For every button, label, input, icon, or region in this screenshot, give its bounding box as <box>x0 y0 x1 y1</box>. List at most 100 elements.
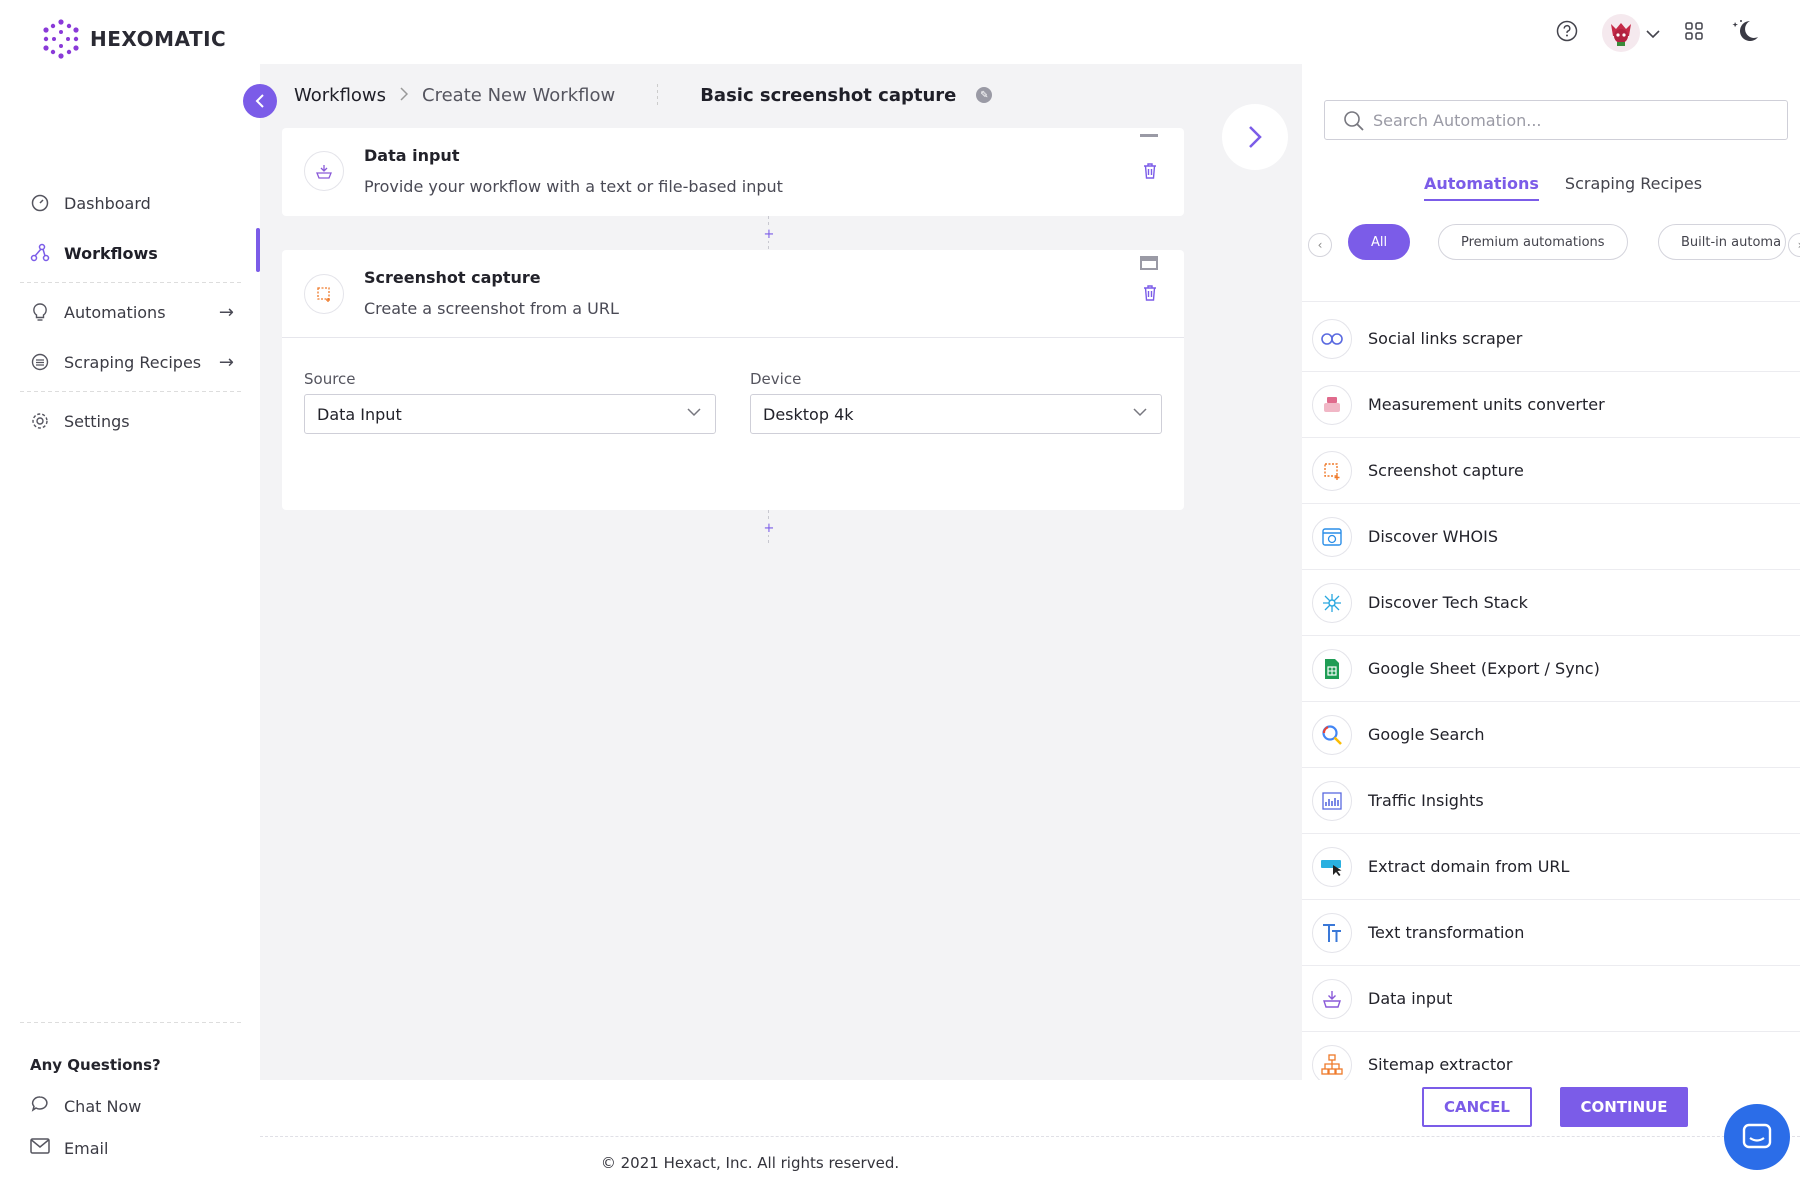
list-item[interactable]: Screenshot capture <box>1302 438 1800 504</box>
add-step-plus-icon[interactable]: + <box>762 521 776 536</box>
maximize-icon[interactable] <box>1140 256 1158 270</box>
automation-name: Discover WHOIS <box>1368 527 1498 546</box>
list-item[interactable]: Social links scraper <box>1302 306 1800 372</box>
sidebar-item-dashboard[interactable]: Dashboard <box>20 178 244 228</box>
panel-tabs: Automations Scraping Recipes <box>1424 174 1702 201</box>
trash-icon[interactable] <box>1142 162 1158 184</box>
list-item[interactable]: Extract domain from URL <box>1302 834 1800 900</box>
sidebar-item-label: Scraping Recipes <box>64 352 202 372</box>
edit-pencil-icon[interactable]: ✎ <box>976 87 993 103</box>
tab-scraping-recipes[interactable]: Scraping Recipes <box>1565 174 1702 201</box>
sidebar-item-scraping-recipes[interactable]: Scraping Recipes → <box>20 337 244 387</box>
automation-name: Measurement units converter <box>1368 395 1605 414</box>
questions-title: Any Questions? <box>30 1056 161 1074</box>
chat-icon <box>1742 1123 1772 1149</box>
hexomatic-logo-icon <box>43 19 79 59</box>
card-title: Screenshot capture <box>364 268 541 287</box>
arrow-right-icon: → <box>218 351 234 373</box>
chevron-down-icon <box>1646 24 1660 43</box>
automation-name: Google Sheet (Export / Sync) <box>1368 659 1600 678</box>
sidebar-item-automations[interactable]: Automations → <box>20 287 244 337</box>
collapse-sidebar-button[interactable] <box>243 84 277 118</box>
www-cursor-icon <box>1312 846 1352 887</box>
workflow-step-data-input[interactable]: Data input Provide your workflow with a … <box>282 128 1184 216</box>
chip-built-in-automations[interactable]: Built-in automa <box>1658 224 1786 260</box>
automation-name: Google Search <box>1368 725 1485 744</box>
tab-automations[interactable]: Automations <box>1424 174 1539 201</box>
sidebar-item-label: Dashboard <box>64 193 151 213</box>
card-description: Create a screenshot from a URL <box>364 299 619 318</box>
trash-icon[interactable] <box>1142 284 1158 306</box>
chevron-left-icon[interactable]: ‹ <box>1308 233 1332 257</box>
apps-grid-icon[interactable] <box>1684 21 1704 45</box>
chat-widget-button[interactable] <box>1724 1104 1790 1170</box>
sidebar-nav: Dashboard Workflows Automations → Scrapi… <box>20 178 244 446</box>
traffic-chart-icon <box>1312 780 1352 821</box>
search-icon <box>1343 110 1365 136</box>
breadcrumb-current: Create New Workflow <box>422 84 616 106</box>
whois-browser-icon <box>1312 516 1352 557</box>
email-link[interactable]: Email <box>30 1138 108 1158</box>
add-step-plus-icon[interactable]: + <box>762 227 776 242</box>
automation-name: Data input <box>1368 989 1453 1008</box>
help-icon[interactable] <box>1556 20 1578 46</box>
chevron-right-icon <box>400 85 409 106</box>
device-select[interactable]: Desktop 4k <box>750 394 1162 434</box>
source-value: Data Input <box>317 404 402 424</box>
brand-name: HEXOMATIC <box>90 27 227 51</box>
continue-button[interactable]: CONTINUE <box>1560 1087 1688 1127</box>
text-transform-icon <box>1312 912 1352 953</box>
avatar <box>1602 14 1640 52</box>
filter-chips: ‹ All Premium automations Built-in autom… <box>1302 222 1800 262</box>
list-item[interactable]: Discover WHOIS <box>1302 504 1800 570</box>
source-select[interactable]: Data Input <box>304 394 716 434</box>
search-placeholder: Search Automation... <box>1373 110 1542 130</box>
cancel-button[interactable]: CANCEL <box>1422 1087 1532 1127</box>
chip-all[interactable]: All <box>1348 224 1411 260</box>
next-step-button[interactable] <box>1222 104 1288 170</box>
divider <box>20 282 244 283</box>
source-label: Source <box>304 370 356 388</box>
card-description: Provide your workflow with a text or fil… <box>364 177 783 196</box>
breadcrumb: Workflows Create New Workflow Basic scre… <box>294 84 993 106</box>
list-item[interactable]: Traffic Insights <box>1302 768 1800 834</box>
chevron-right-icon <box>1249 126 1262 148</box>
list-item[interactable]: Google Sheet (Export / Sync) <box>1302 636 1800 702</box>
automation-name: Screenshot capture <box>1368 461 1524 480</box>
screenshot-crop-icon <box>304 274 344 314</box>
search-input[interactable]: Search Automation... <box>1324 100 1788 140</box>
chip-premium-automations[interactable]: Premium automations <box>1438 224 1628 260</box>
workflow-step-screenshot-capture[interactable]: Screenshot capture Create a screenshot f… <box>282 250 1184 510</box>
dark-mode-moon-icon[interactable] <box>1728 17 1760 49</box>
data-input-icon <box>304 151 344 191</box>
sidebar: HEXOMATIC Dashboard Workflows Automation… <box>0 0 260 1188</box>
chat-now-link[interactable]: Chat Now <box>30 1094 141 1118</box>
user-menu[interactable] <box>1602 14 1660 52</box>
gear-icon <box>30 411 50 431</box>
chevron-right-icon[interactable]: › <box>1788 233 1800 257</box>
divider <box>20 391 244 392</box>
chevron-down-icon <box>687 405 701 421</box>
list-item[interactable]: Google Search <box>1302 702 1800 768</box>
list-item[interactable]: Discover Tech Stack <box>1302 570 1800 636</box>
sidebar-item-settings[interactable]: Settings <box>20 396 244 446</box>
chevron-down-icon <box>1133 405 1147 421</box>
minimize-icon[interactable] <box>1140 134 1158 137</box>
divider <box>657 84 659 106</box>
automation-name: Discover Tech Stack <box>1368 593 1528 612</box>
list-item[interactable]: Data input <box>1302 966 1800 1032</box>
screenshot-crop-icon <box>1312 450 1352 491</box>
breadcrumb-workflows-link[interactable]: Workflows <box>294 85 386 106</box>
list-item-partial <box>1302 276 1800 302</box>
sitemap-icon <box>1312 1044 1352 1080</box>
list-item[interactable]: Sitemap extractor <box>1302 1032 1800 1080</box>
scale-icon <box>1312 384 1352 425</box>
list-item[interactable]: Measurement units converter <box>1302 372 1800 438</box>
logo[interactable]: HEXOMATIC <box>40 18 226 60</box>
divider <box>20 1022 244 1023</box>
device-value: Desktop 4k <box>763 404 854 424</box>
active-indicator <box>256 228 260 272</box>
sidebar-item-workflows[interactable]: Workflows <box>20 228 244 278</box>
automation-name: Sitemap extractor <box>1368 1055 1513 1074</box>
list-item[interactable]: Text transformation <box>1302 900 1800 966</box>
